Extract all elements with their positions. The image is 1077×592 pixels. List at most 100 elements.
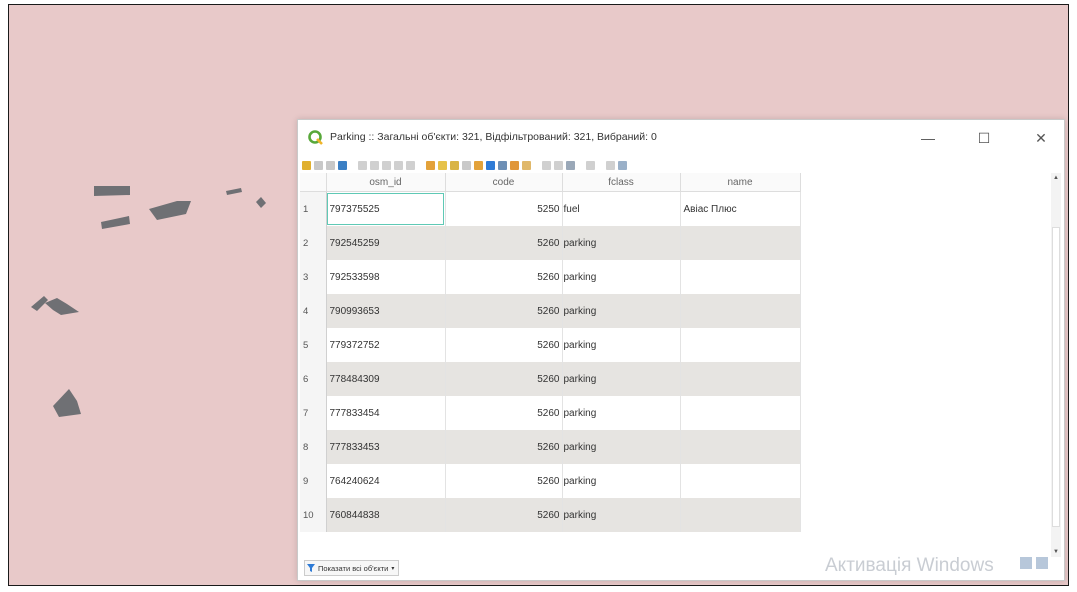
row-number[interactable]: 10	[300, 498, 327, 532]
minimize-button[interactable]: —	[910, 126, 946, 150]
row-number[interactable]: 3	[300, 260, 327, 294]
cell-name[interactable]	[680, 498, 801, 532]
cell-fclass[interactable]: parking	[562, 464, 681, 498]
move-selection-top-icon[interactable]	[498, 160, 507, 170]
column-header-fclass[interactable]: fclass	[562, 173, 681, 192]
deselect-icon[interactable]	[462, 160, 471, 170]
scroll-up-icon[interactable]: ▲	[1051, 175, 1061, 181]
grid-view-icon[interactable]	[1020, 557, 1032, 569]
row-number[interactable]: 4	[300, 294, 327, 328]
table-row[interactable]: 5 779372752 5260 parking	[300, 328, 1050, 362]
cell-code[interactable]: 5260	[445, 362, 563, 396]
row-number[interactable]: 9	[300, 464, 327, 498]
cell-osm-id[interactable]: 792533598	[326, 260, 446, 294]
cell-code[interactable]: 5260	[445, 430, 563, 464]
cell-code[interactable]: 5260	[445, 396, 563, 430]
close-button[interactable]: ✕	[1023, 126, 1059, 150]
filter-icon[interactable]	[486, 160, 495, 170]
field-calculator-icon[interactable]	[566, 160, 575, 170]
scroll-down-icon[interactable]: ▼	[1051, 549, 1061, 555]
reload-icon[interactable]	[338, 160, 347, 170]
row-number[interactable]: 8	[300, 430, 327, 464]
cell-name[interactable]	[680, 328, 801, 362]
cell-name[interactable]: Авіас Плюс	[680, 191, 801, 226]
table-row[interactable]: 8 777833453 5260 parking	[300, 430, 1050, 464]
table-row[interactable]: 3 792533598 5260 parking	[300, 260, 1050, 294]
row-number[interactable]: 2	[300, 226, 327, 260]
cell-name[interactable]	[680, 430, 801, 464]
cell-code[interactable]: 5260	[445, 260, 563, 294]
cell-osm-id[interactable]: 777833454	[326, 396, 446, 430]
delete-field-icon[interactable]	[554, 160, 563, 170]
row-number[interactable]: 7	[300, 396, 327, 430]
table-row[interactable]: 10 760844838 5260 parking	[300, 498, 1050, 532]
zoom-to-selected-icon[interactable]	[522, 160, 531, 170]
cell-fclass[interactable]: parking	[562, 294, 681, 328]
cell-osm-id[interactable]: 778484309	[326, 362, 446, 396]
cell-fclass[interactable]: parking	[562, 498, 681, 532]
dock-icon[interactable]	[606, 160, 615, 170]
cell-fclass[interactable]: parking	[562, 362, 681, 396]
delete-feature-icon[interactable]	[370, 160, 379, 170]
cell-code[interactable]: 5260	[445, 328, 563, 362]
column-header-code[interactable]: code	[445, 173, 563, 192]
new-field-icon[interactable]	[542, 160, 551, 170]
form-view-icon[interactable]	[1036, 557, 1048, 569]
row-number[interactable]: 5	[300, 328, 327, 362]
table-row[interactable]: 4 790993653 5260 parking	[300, 294, 1050, 328]
show-all-features-button[interactable]: Показати всі об'єкти ▾	[304, 560, 400, 576]
cell-name[interactable]	[680, 294, 801, 328]
cell-osm-id[interactable]: 777833453	[326, 430, 446, 464]
cell-name[interactable]	[680, 362, 801, 396]
cell-fclass[interactable]: fuel	[562, 191, 681, 226]
pan-to-selected-icon[interactable]	[510, 160, 519, 170]
column-header-name[interactable]: name	[680, 173, 801, 192]
toggle-editing-icon[interactable]	[302, 160, 311, 170]
table-row[interactable]: 2 792545259 5260 parking	[300, 226, 1050, 260]
invert-selection-icon[interactable]	[450, 160, 459, 170]
cell-code[interactable]: 5260	[445, 294, 563, 328]
paste-icon[interactable]	[406, 160, 415, 170]
scrollbar-thumb[interactable]	[1052, 227, 1060, 527]
column-header-osm-id[interactable]: osm_id	[326, 173, 446, 192]
show-all-features-label: Показати всі об'єкти	[318, 563, 389, 573]
select-all-icon[interactable]	[438, 160, 447, 170]
table-row[interactable]: 6 778484309 5260 parking	[300, 362, 1050, 396]
cell-osm-id[interactable]: 764240624	[326, 464, 446, 498]
corner-header[interactable]	[300, 173, 327, 192]
copy-icon[interactable]	[394, 160, 403, 170]
conditional-format-icon[interactable]	[586, 160, 595, 170]
cell-code[interactable]: 5260	[445, 226, 563, 260]
filter-select-icon[interactable]	[474, 160, 483, 170]
vertical-scrollbar[interactable]: ▲ ▼	[1051, 173, 1061, 557]
cell-osm-id[interactable]: 760844838	[326, 498, 446, 532]
select-expression-icon[interactable]	[426, 160, 435, 170]
cell-name[interactable]	[680, 226, 801, 260]
actions-icon[interactable]	[618, 160, 627, 170]
table-row[interactable]: 1 797375525 5250 fuel Авіас Плюс	[300, 191, 1050, 226]
cell-osm-id[interactable]: 790993653	[326, 294, 446, 328]
cell-code[interactable]: 5260	[445, 498, 563, 532]
cell-fclass[interactable]: parking	[562, 226, 681, 260]
cell-osm-id[interactable]: 797375525	[326, 191, 446, 226]
maximize-button[interactable]: ☐	[966, 126, 1002, 150]
row-number[interactable]: 1	[300, 191, 327, 226]
cell-name[interactable]	[680, 464, 801, 498]
cell-code[interactable]: 5260	[445, 464, 563, 498]
cell-osm-id[interactable]: 792545259	[326, 226, 446, 260]
cell-fclass[interactable]: parking	[562, 430, 681, 464]
cell-name[interactable]	[680, 396, 801, 430]
cell-name[interactable]	[680, 260, 801, 294]
cell-fclass[interactable]: parking	[562, 260, 681, 294]
add-feature-icon[interactable]	[358, 160, 367, 170]
cell-fclass[interactable]: parking	[562, 396, 681, 430]
table-row[interactable]: 9 764240624 5260 parking	[300, 464, 1050, 498]
cell-fclass[interactable]: parking	[562, 328, 681, 362]
save-edits-icon[interactable]	[326, 160, 335, 170]
multi-edit-icon[interactable]	[314, 160, 323, 170]
cut-icon[interactable]	[382, 160, 391, 170]
row-number[interactable]: 6	[300, 362, 327, 396]
cell-osm-id[interactable]: 779372752	[326, 328, 446, 362]
table-row[interactable]: 7 777833454 5260 parking	[300, 396, 1050, 430]
cell-code[interactable]: 5250	[445, 191, 563, 226]
